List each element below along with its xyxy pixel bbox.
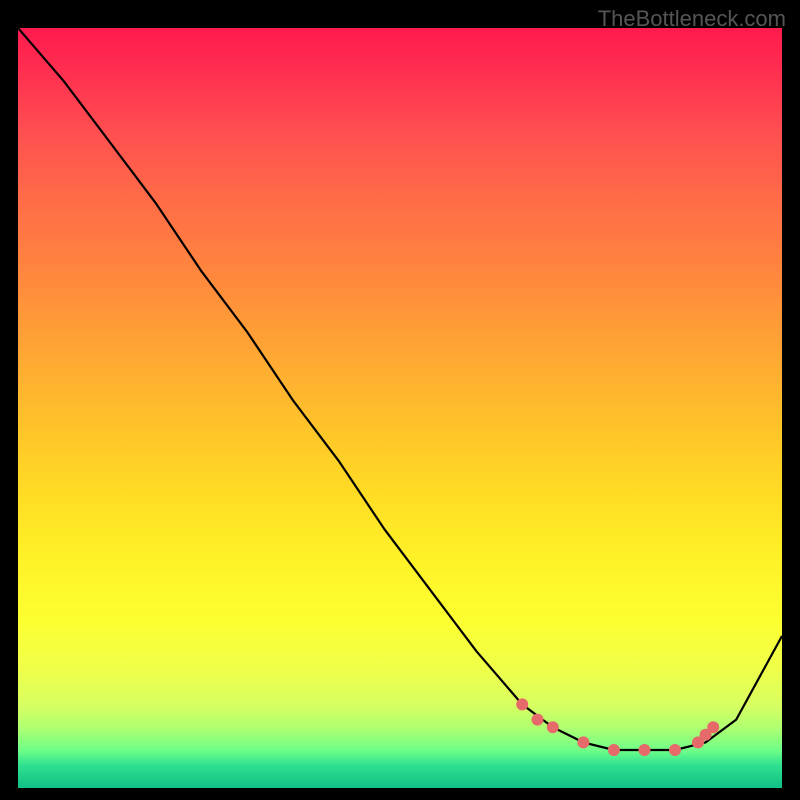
marker-dot [516, 698, 528, 710]
marker-dot [669, 744, 681, 756]
curve-line [18, 28, 782, 750]
curve-path [18, 28, 782, 750]
marker-dot [577, 736, 589, 748]
marker-dot [547, 721, 559, 733]
marker-dot [608, 744, 620, 756]
marker-dot [639, 744, 651, 756]
plot-area [18, 28, 782, 788]
chart-svg [18, 28, 782, 788]
marker-dot [532, 714, 544, 726]
watermark-text: TheBottleneck.com [598, 6, 786, 32]
marker-dot [707, 721, 719, 733]
